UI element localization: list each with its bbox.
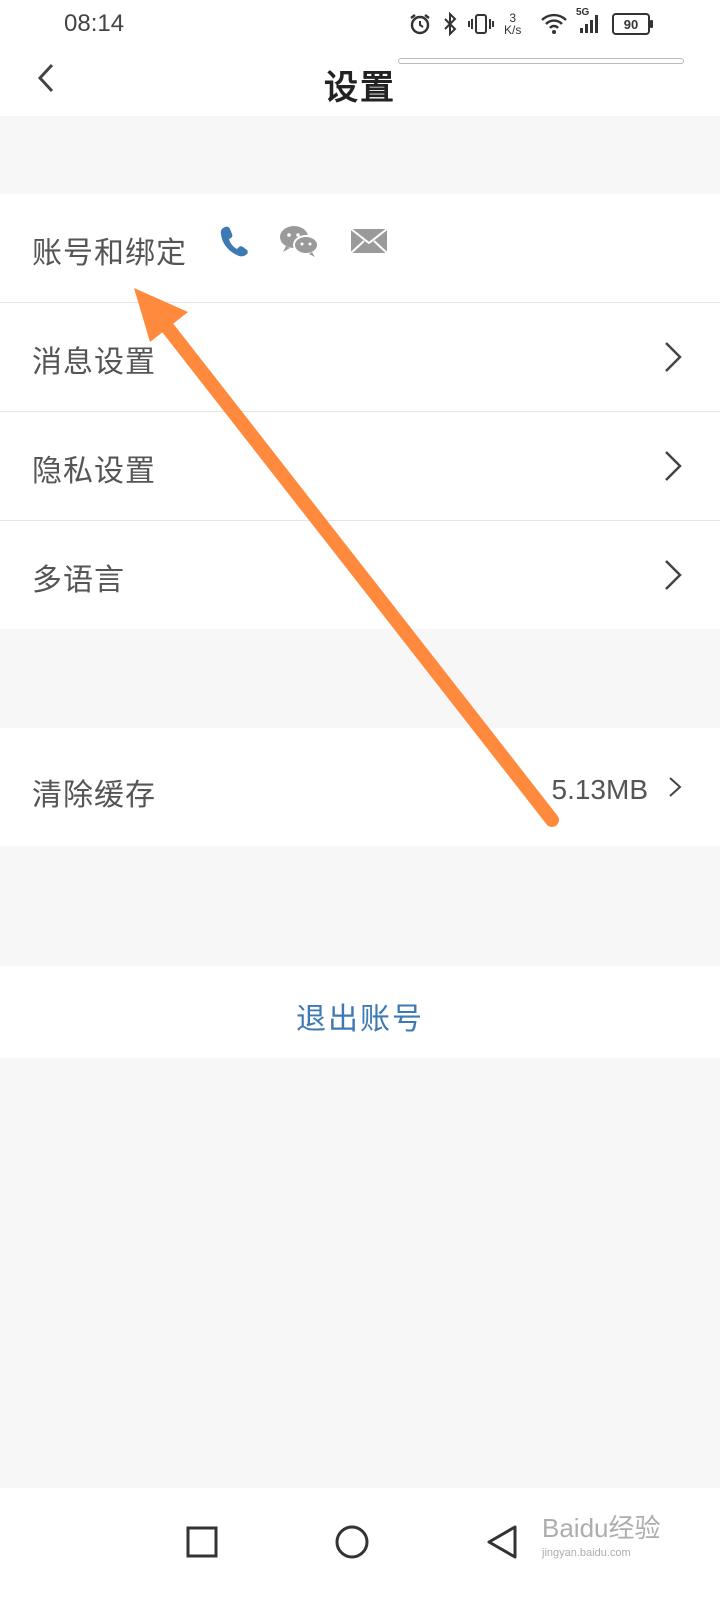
- watermark-url: jingyan.baidu.com: [542, 1547, 631, 1559]
- decorative-line: [398, 58, 684, 64]
- recents-square-icon: [186, 1526, 218, 1558]
- bluetooth-icon: [442, 12, 458, 36]
- signal-icon: 5G: [576, 7, 602, 35]
- wifi-icon: [540, 13, 568, 35]
- settings-item-label: 账号和绑定: [32, 236, 187, 271]
- binding-icons: [218, 224, 388, 262]
- settings-item-account-binding[interactable]: 账号和绑定: [0, 194, 720, 303]
- battery-icon: 90: [612, 13, 653, 35]
- status-icons: 3 K/s 5G 90: [408, 7, 653, 38]
- clear-cache-label: 清除缓存: [32, 778, 156, 813]
- back-nav-button[interactable]: [472, 1512, 532, 1572]
- settings-item-privacy[interactable]: 隐私设置: [0, 412, 720, 521]
- settings-item-message[interactable]: 消息设置: [0, 303, 720, 412]
- settings-group: 账号和绑定 消息设置 隐私设置 多语言: [0, 194, 720, 629]
- home-circle-icon: [335, 1525, 369, 1559]
- alarm-icon: [408, 12, 432, 36]
- recents-button[interactable]: [172, 1512, 232, 1572]
- cache-size-value: 5.13MB: [551, 774, 649, 805]
- net-speed: 3 K/s: [504, 11, 522, 37]
- home-button[interactable]: [322, 1512, 382, 1572]
- wechat-icon: [278, 224, 320, 262]
- settings-item-clear-cache[interactable]: 清除缓存 5.13MB: [0, 728, 720, 846]
- settings-item-language[interactable]: 多语言: [0, 521, 720, 629]
- mail-icon: [350, 227, 388, 259]
- watermark-brand: Baidu经验: [542, 1513, 661, 1543]
- page-title: 设置: [324, 68, 396, 108]
- chevron-right-icon: [665, 560, 682, 590]
- vibrate-icon: [468, 12, 494, 36]
- settings-item-label: 多语言: [32, 563, 125, 598]
- cache-group: 清除缓存 5.13MB: [0, 728, 720, 846]
- status-bar: 08:14 3 K/s 5G 90: [0, 0, 720, 48]
- chevron-right-icon: [665, 451, 682, 481]
- logout-button[interactable]: 退出账号: [0, 966, 720, 1058]
- header-bar: 设置: [0, 48, 720, 116]
- system-nav-bar: Baidu经验 jingyan.baidu.com: [0, 1488, 720, 1600]
- settings-item-label: 隐私设置: [32, 454, 156, 489]
- settings-item-label: 消息设置: [32, 345, 156, 380]
- back-triangle-icon: [487, 1525, 517, 1559]
- phone-icon: [218, 224, 248, 262]
- status-time: 08:14: [64, 10, 125, 37]
- chevron-right-icon: [669, 777, 682, 797]
- watermark: Baidu经验 jingyan.baidu.com: [542, 1508, 661, 1559]
- logout-label: 退出账号: [296, 1002, 424, 1037]
- chevron-right-icon: [665, 342, 682, 372]
